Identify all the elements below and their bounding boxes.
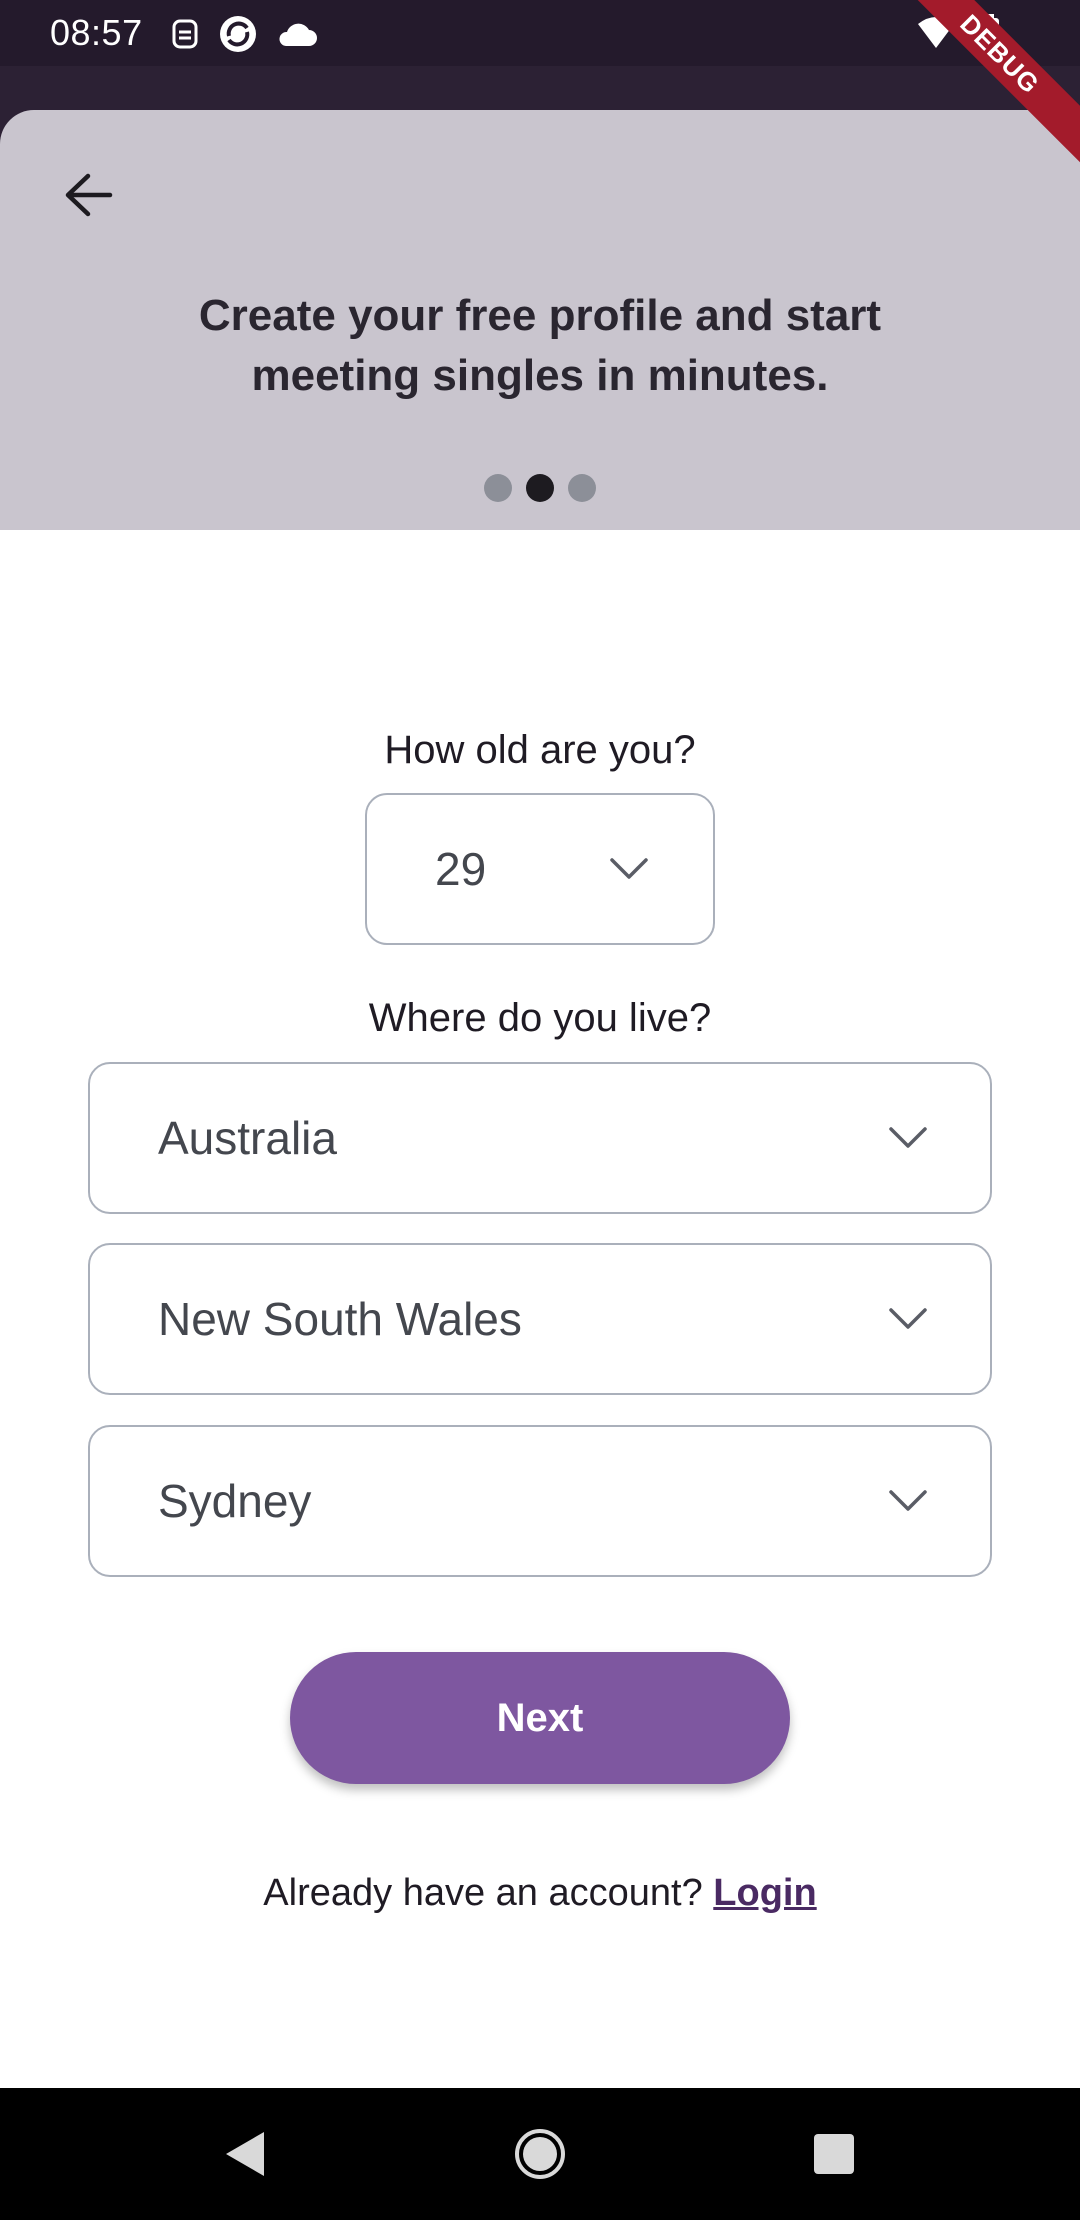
- location-question-label: Where do you live?: [368, 996, 712, 1040]
- status-time: 08:57: [50, 12, 143, 53]
- age-question-label: How old are you?: [384, 728, 696, 772]
- cloud-icon: [279, 23, 317, 46]
- arrow-left-icon: [65, 173, 113, 217]
- nav-home-icon[interactable]: [514, 2128, 566, 2180]
- sim-card-icon: [172, 19, 198, 49]
- page-dot-2-active: [526, 474, 554, 502]
- page-indicator: [0, 474, 1080, 502]
- debug-banner-label: DEBUG: [900, 0, 1080, 175]
- state-dropdown-value: New South Wales: [158, 1293, 522, 1345]
- page-dot-3: [568, 474, 596, 502]
- nav-back-icon[interactable]: [222, 2128, 268, 2180]
- city-dropdown-value: Sydney: [158, 1475, 312, 1527]
- chevron-down-icon: [889, 1308, 927, 1329]
- system-nav-bar: [0, 2088, 1080, 2220]
- country-dropdown[interactable]: Australia: [88, 1062, 992, 1214]
- chevron-down-icon: [889, 1490, 927, 1511]
- debug-banner: DEBUG: [900, 0, 1080, 180]
- age-dropdown[interactable]: 29: [365, 793, 715, 945]
- next-button[interactable]: Next: [290, 1652, 790, 1784]
- state-dropdown[interactable]: New South Wales: [88, 1243, 992, 1395]
- chevron-down-icon: [889, 1127, 927, 1148]
- signup-screen: 08:57 Create your free profile and start…: [0, 0, 1080, 2220]
- chevron-down-icon: [610, 858, 648, 879]
- page-dot-1: [484, 474, 512, 502]
- login-prompt: Already have an account?: [263, 1872, 703, 1914]
- country-dropdown-value: Australia: [158, 1112, 337, 1164]
- city-dropdown[interactable]: Sydney: [88, 1425, 992, 1577]
- status-notification-icons: [170, 14, 318, 54]
- login-row: Already have an account? Login: [0, 1872, 1080, 1915]
- login-link[interactable]: Login: [713, 1872, 816, 1914]
- header-headline: Create your free profile and start meeti…: [198, 291, 882, 400]
- sync-app-icon: [220, 16, 256, 52]
- nav-recents-icon[interactable]: [812, 2132, 856, 2176]
- back-button[interactable]: [54, 160, 124, 230]
- age-dropdown-value: 29: [435, 843, 487, 895]
